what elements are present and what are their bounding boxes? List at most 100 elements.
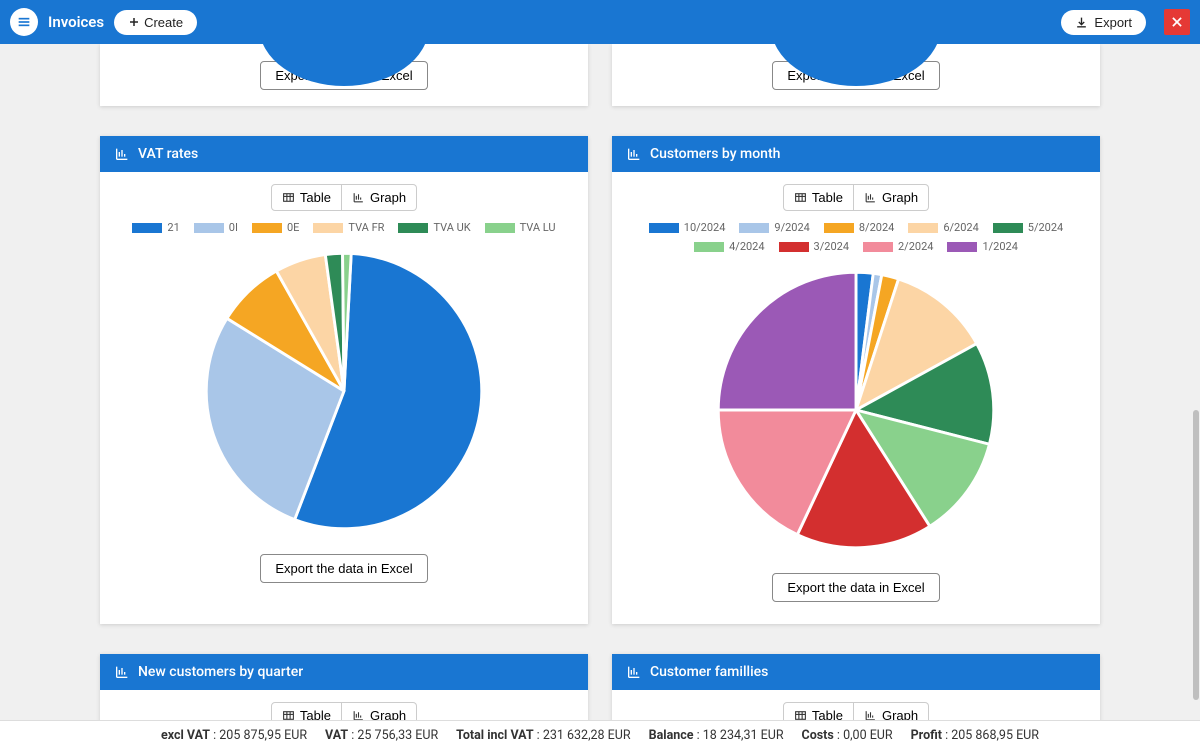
menu-button[interactable] [10, 8, 38, 36]
legend-swatch [485, 223, 515, 233]
legend-swatch [252, 223, 282, 233]
view-toggle: Table Graph [624, 702, 1088, 720]
chart-icon [352, 709, 365, 720]
legend-label: 8/2024 [859, 221, 894, 234]
content-scroll[interactable]: Export the data in Excel Export the data… [0, 44, 1200, 720]
card-header: VAT rates [100, 136, 588, 172]
legend-item[interactable]: 0E [252, 221, 299, 234]
legend-label: 9/2024 [774, 221, 809, 234]
legend-item[interactable]: 2/2024 [863, 240, 933, 253]
pie-slice[interactable] [718, 272, 856, 410]
graph-toggle[interactable]: Graph [854, 702, 929, 720]
legend-item[interactable]: 10/2024 [649, 221, 726, 234]
card-customer-families: Customer famillies Table Graph Code [612, 654, 1100, 720]
hamburger-icon [16, 14, 32, 30]
download-icon [1075, 16, 1088, 29]
legend-item[interactable]: 4/2024 [694, 240, 764, 253]
app-title: Invoices [48, 13, 104, 31]
legend-label: 21 [167, 221, 179, 234]
legend-label: TVA LU [520, 221, 556, 234]
card-title: VAT rates [138, 146, 198, 162]
legend-item[interactable]: 1/2024 [947, 240, 1017, 253]
table-icon [282, 709, 295, 720]
card-title: Customers by month [650, 146, 780, 162]
legend-swatch [194, 223, 224, 233]
export-excel-button[interactable]: Export the data in Excel [772, 573, 939, 602]
legend-label: 6/2024 [943, 221, 978, 234]
graph-toggle[interactable]: Graph [342, 702, 417, 720]
legend-label: 10/2024 [684, 221, 726, 234]
legend-swatch [947, 242, 977, 252]
legend-item[interactable]: 9/2024 [739, 221, 809, 234]
legend-swatch [132, 223, 162, 233]
legend-label: 0E [287, 221, 299, 234]
legend-swatch [824, 223, 854, 233]
view-toggle: Table Graph [112, 702, 576, 720]
legend-swatch [398, 223, 428, 233]
chart-icon [864, 709, 877, 720]
table-icon [282, 191, 295, 204]
table-toggle[interactable]: Table [783, 184, 854, 211]
legend-label: 1/2024 [982, 240, 1017, 253]
legend-item[interactable]: 5/2024 [993, 221, 1063, 234]
table-toggle[interactable]: Table [271, 184, 342, 211]
card-title: Customer famillies [650, 664, 768, 680]
legend-item[interactable]: 3/2024 [779, 240, 849, 253]
export-button[interactable]: Export [1061, 10, 1146, 35]
chart-icon [114, 146, 130, 162]
create-button[interactable]: Create [114, 10, 197, 35]
legend-label: 3/2024 [814, 240, 849, 253]
chart-icon [352, 191, 365, 204]
chart-icon [626, 146, 642, 162]
close-icon [1170, 15, 1184, 29]
table-icon [794, 191, 807, 204]
legend-swatch [649, 223, 679, 233]
customers-month-pie-chart [711, 265, 1001, 555]
partial-card-right: Export the data in Excel [612, 44, 1100, 106]
legend-label: 2/2024 [898, 240, 933, 253]
legend-swatch [313, 223, 343, 233]
view-toggle: Table Graph [624, 184, 1088, 211]
legend-item[interactable]: 0I [194, 221, 238, 234]
legend-swatch [694, 242, 724, 252]
table-toggle[interactable]: Table [271, 702, 342, 720]
graph-toggle[interactable]: Graph [854, 184, 929, 211]
export-excel-button[interactable]: Export the data in Excel [260, 554, 427, 583]
legend-item[interactable]: 6/2024 [908, 221, 978, 234]
legend-item[interactable]: TVA FR [313, 221, 384, 234]
legend-item[interactable]: TVA UK [398, 221, 470, 234]
legend-swatch [863, 242, 893, 252]
legend-label: 4/2024 [729, 240, 764, 253]
card-header: Customers by month [612, 136, 1100, 172]
view-toggle: Table Graph [112, 184, 576, 211]
chart-icon [626, 664, 642, 680]
legend-label: TVA FR [348, 221, 384, 234]
legend-swatch [739, 223, 769, 233]
vat-pie-chart [199, 246, 489, 536]
footer-totals: excl VAT : 205 875,95 EUR VAT : 25 756,3… [0, 720, 1200, 750]
top-bar: Invoices Create Export [0, 0, 1200, 44]
legend-label: TVA UK [433, 221, 470, 234]
partial-card-left: Export the data in Excel [100, 44, 588, 106]
legend-swatch [908, 223, 938, 233]
scrollbar[interactable] [1193, 410, 1199, 700]
legend-vat: 21 0I 0E TVA FR TVA UK TVA LU [112, 221, 576, 234]
card-header: New customers by quarter [100, 654, 588, 690]
card-title: New customers by quarter [138, 664, 303, 680]
table-icon [794, 709, 807, 720]
chart-icon [864, 191, 877, 204]
chart-icon [114, 664, 130, 680]
table-toggle[interactable]: Table [783, 702, 854, 720]
legend-label: 5/2024 [1028, 221, 1063, 234]
close-button[interactable] [1164, 9, 1190, 35]
plus-icon [128, 16, 140, 28]
graph-toggle[interactable]: Graph [342, 184, 417, 211]
legend-item[interactable]: TVA LU [485, 221, 556, 234]
card-customers-month: Customers by month Table Graph 10/2024 9/… [612, 136, 1100, 624]
card-vat-rates: VAT rates Table Graph 21 0I 0E TVA FR TVA UK… [100, 136, 588, 624]
legend-item[interactable]: 21 [132, 221, 179, 234]
legend-label: 0I [229, 221, 238, 234]
legend-customers-month: 10/2024 9/2024 8/2024 6/2024 5/2024 4/2024 3/2… [624, 221, 1088, 253]
card-header: Customer famillies [612, 654, 1100, 690]
legend-item[interactable]: 8/2024 [824, 221, 894, 234]
